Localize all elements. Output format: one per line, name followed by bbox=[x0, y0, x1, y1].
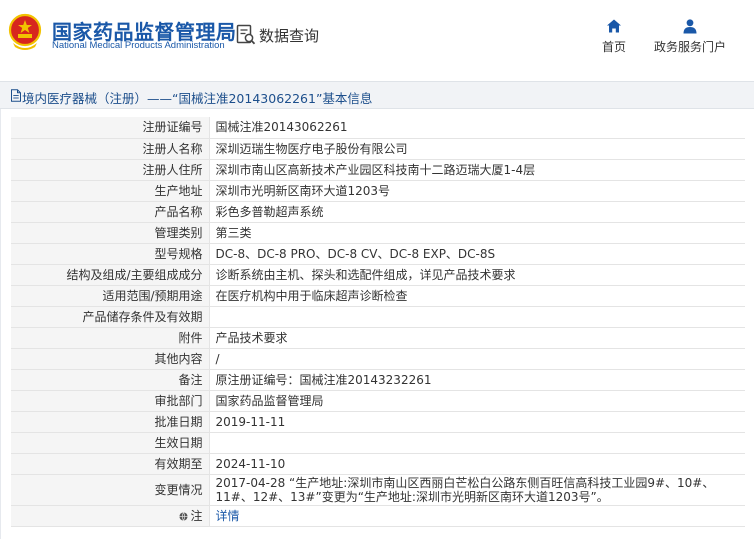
nav-home[interactable]: 首页 bbox=[598, 18, 630, 55]
emblem-icon bbox=[8, 13, 42, 50]
field-value: 深圳迈瑞生物医疗电子股份有限公司 bbox=[209, 138, 745, 160]
field-label: 审批部门 bbox=[11, 390, 210, 412]
field-label: 注册人住所 bbox=[11, 159, 210, 181]
field-label: 适用范围/预期用途 bbox=[11, 285, 210, 307]
table-row: 产品储存条件及有效期 bbox=[11, 306, 745, 328]
details-link[interactable]: 详情 bbox=[216, 509, 240, 523]
table-row: 备注 原注册证编号：国械注准20143232261 bbox=[11, 369, 745, 391]
document-icon bbox=[11, 89, 21, 102]
field-value: 国械注准20143062261 bbox=[209, 117, 745, 139]
table-row: 注册证编号 国械注准20143062261 bbox=[11, 117, 745, 139]
table-row: 生产地址 深圳市光明新区南环大道1203号 bbox=[11, 180, 745, 202]
field-value: 在医疗机构中用于临床超声诊断检查 bbox=[209, 285, 745, 307]
table-row: 生效日期 bbox=[11, 432, 745, 454]
field-value: DC-8、DC-8 PRO、DC-8 CV、DC-8 EXP、DC-8S bbox=[209, 243, 745, 265]
field-value bbox=[209, 432, 745, 454]
nav-home-label: 首页 bbox=[601, 40, 626, 54]
table-row: 批准日期 2019-11-11 bbox=[11, 411, 745, 433]
nav-service-portal[interactable]: 政务服务门户 bbox=[651, 18, 729, 55]
table-row: 有效期至 2024-11-10 bbox=[11, 453, 745, 475]
globe-icon bbox=[179, 511, 189, 521]
table-row: 其他内容 / bbox=[11, 348, 745, 370]
data-query-link[interactable]: 数据查询 bbox=[236, 23, 319, 47]
field-label: 注册证编号 bbox=[11, 117, 210, 139]
field-value: 深圳市南山区高新技术产业园区科技南十二路迈瑞大厦1-4层 bbox=[209, 159, 745, 181]
field-value: 彩色多普勒超声系统 bbox=[209, 201, 745, 223]
record-panel: 注册证编号 国械注准20143062261 注册人名称 深圳迈瑞生物医疗电子股份有限… bbox=[0, 109, 754, 539]
field-label: 附件 bbox=[11, 327, 210, 349]
site-subtitle: National Medical Products Administration bbox=[52, 40, 225, 51]
table-row: 型号规格 DC-8、DC-8 PRO、DC-8 CV、DC-8 EXP、DC-8S bbox=[11, 243, 745, 265]
breadcrumb-text: 境内医疗器械（注册）——“国械注准20143062261”基本信息 bbox=[22, 91, 373, 106]
record-table: 注册证编号 国械注准20143062261 注册人名称 深圳迈瑞生物医疗电子股份有限… bbox=[11, 117, 745, 527]
field-label: 产品储存条件及有效期 bbox=[11, 306, 210, 328]
field-value: 深圳市光明新区南环大道1203号 bbox=[209, 180, 745, 202]
field-label: 备注 bbox=[11, 369, 210, 391]
field-value: 原注册证编号：国械注准20143232261 bbox=[209, 369, 745, 391]
table-row: 变更情况 2017-04-28 “生产地址:深圳市南山区西丽白芒松白公路东侧百旺信… bbox=[11, 474, 745, 506]
table-row: 结构及组成/主要组成成分 诊断系统由主机、探头和选配件组成，详见产品技术要求 bbox=[11, 264, 745, 286]
field-label: 生产地址 bbox=[11, 180, 210, 202]
data-query-label: 数据查询 bbox=[259, 26, 320, 45]
home-icon bbox=[607, 19, 621, 33]
table-row: 适用范围/预期用途 在医疗机构中用于临床超声诊断检查 bbox=[11, 285, 745, 307]
breadcrumb: 境内医疗器械（注册）——“国械注准20143062261”基本信息 bbox=[0, 81, 754, 109]
field-value: 2019-11-11 bbox=[209, 411, 745, 433]
field-value: 国家药品监督管理局 bbox=[209, 390, 745, 412]
table-row: 产品名称 彩色多普勒超声系统 bbox=[11, 201, 745, 223]
field-value: 第三类 bbox=[209, 222, 745, 244]
user-icon bbox=[683, 19, 697, 34]
note-label: 注 bbox=[190, 508, 203, 523]
site-header: 国家药品监督管理局 National Medical Products Admi… bbox=[0, 0, 754, 70]
note-value: 详情 bbox=[209, 505, 745, 527]
field-label: 注册人名称 bbox=[11, 138, 210, 160]
nav-service-portal-label: 政务服务门户 bbox=[653, 40, 726, 54]
note-label-cell: 注 bbox=[11, 505, 210, 527]
field-label: 管理类别 bbox=[11, 222, 210, 244]
field-label: 结构及组成/主要组成成分 bbox=[11, 264, 210, 286]
field-label: 产品名称 bbox=[11, 201, 210, 223]
field-label: 生效日期 bbox=[11, 432, 210, 454]
field-value bbox=[209, 306, 745, 328]
field-value: 诊断系统由主机、探头和选配件组成，详见产品技术要求 bbox=[209, 264, 745, 286]
table-row: 注 详情 bbox=[11, 505, 745, 527]
field-label: 批准日期 bbox=[11, 411, 210, 433]
field-label: 有效期至 bbox=[11, 453, 210, 475]
field-value: 产品技术要求 bbox=[209, 327, 745, 349]
table-row: 注册人住所 深圳市南山区高新技术产业园区科技南十二路迈瑞大厦1-4层 bbox=[11, 159, 745, 181]
table-row: 管理类别 第三类 bbox=[11, 222, 745, 244]
field-value: 2017-04-28 “生产地址:深圳市南山区西丽白芒松白公路东侧百旺信高科技工… bbox=[209, 474, 745, 506]
field-value: / bbox=[209, 348, 745, 370]
field-value: 2024-11-10 bbox=[209, 453, 745, 475]
field-label: 其他内容 bbox=[11, 348, 210, 370]
table-row: 注册人名称 深圳迈瑞生物医疗电子股份有限公司 bbox=[11, 138, 745, 160]
search-document-icon bbox=[236, 24, 256, 45]
field-label: 型号规格 bbox=[11, 243, 210, 265]
table-row: 审批部门 国家药品监督管理局 bbox=[11, 390, 745, 412]
table-row: 附件 产品技术要求 bbox=[11, 327, 745, 349]
field-label: 变更情况 bbox=[11, 474, 210, 506]
